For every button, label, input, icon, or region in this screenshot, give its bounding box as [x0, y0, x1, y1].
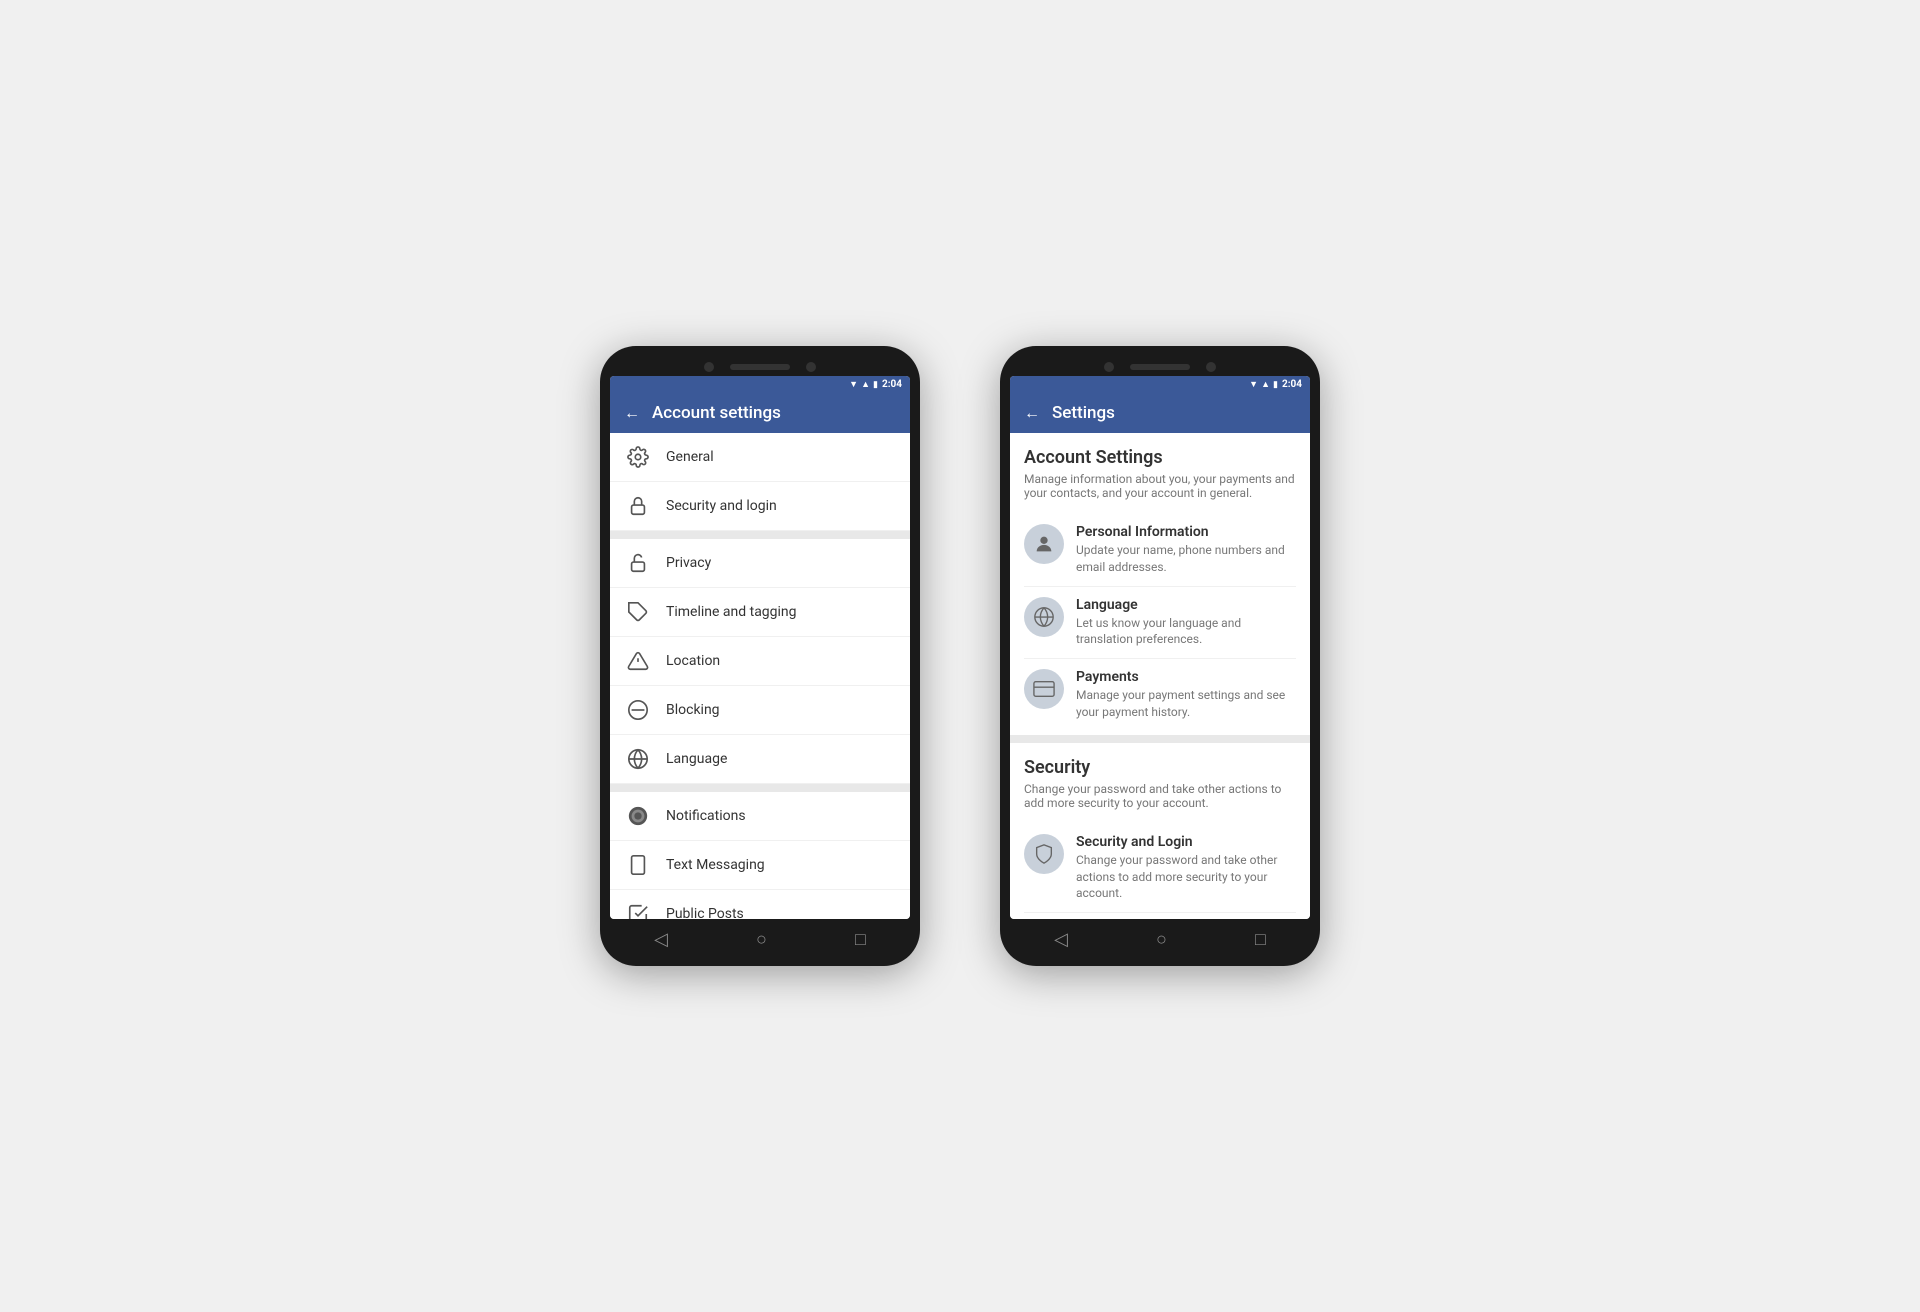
section-divider: [1010, 735, 1310, 743]
blocking-label: Blocking: [666, 702, 720, 718]
payments-text: Payments Manage your payment settings an…: [1076, 669, 1296, 721]
security-login-detail-title: Security and Login: [1076, 834, 1296, 850]
phone-bottom-bar-left: ◁ ○ □: [610, 919, 910, 956]
timeline-label: Timeline and tagging: [666, 604, 797, 620]
security-login-text: Security and Login Change your password …: [1076, 834, 1296, 902]
detail-content: Account Settings Manage information abou…: [1010, 433, 1310, 919]
app-bar-title-right: Settings: [1052, 403, 1115, 423]
status-icons-right: ▼ ▲ ▮: [1249, 379, 1278, 390]
block-icon: [626, 698, 650, 722]
signal-icon-r: ▲: [1261, 379, 1270, 390]
battery-icon: ▮: [873, 380, 878, 390]
globe-detail-icon: [1024, 597, 1064, 637]
lock-icon: [626, 494, 650, 518]
person-icon: [1024, 524, 1064, 564]
back-button-right[interactable]: ←: [1024, 403, 1040, 423]
phone-camera-r: [1104, 362, 1114, 372]
app-bar-title-left: Account settings: [652, 403, 781, 423]
phone-camera-right: [806, 362, 816, 372]
divider-1: [610, 531, 910, 539]
general-label: General: [666, 449, 714, 465]
detail-item-personal-info[interactable]: Personal Information Update your name, p…: [1024, 514, 1296, 587]
home-nav-left[interactable]: ○: [756, 929, 767, 950]
home-nav-right[interactable]: ○: [1156, 929, 1167, 950]
phone-top-bar: [610, 356, 910, 376]
personal-info-title: Personal Information: [1076, 524, 1296, 540]
phone-left: ▼ ▲ ▮ 2:04 ← Account settings General: [600, 346, 920, 966]
globe-icon: [626, 747, 650, 771]
settings-item-public-posts[interactable]: Public Posts: [610, 890, 910, 919]
payments-title: Payments: [1076, 669, 1296, 685]
notifications-icon: [626, 804, 650, 828]
security-section-title: Security: [1024, 757, 1296, 778]
language-detail-title: Language: [1076, 597, 1296, 613]
wifi-icon-r: ▼: [1249, 379, 1258, 390]
settings-item-blocking[interactable]: Blocking: [610, 686, 910, 735]
language-text: Language Let us know your language and t…: [1076, 597, 1296, 649]
phone-screen-left: ▼ ▲ ▮ 2:04 ← Account settings General: [610, 376, 910, 919]
status-time-left: 2:04: [882, 379, 902, 390]
phone-bottom-bar-right: ◁ ○ □: [1010, 919, 1310, 956]
phone-camera-r2: [1206, 362, 1216, 372]
language-label: Language: [666, 751, 727, 767]
gear-icon: [626, 445, 650, 469]
back-nav-left[interactable]: ◁: [654, 929, 668, 950]
battery-icon-r: ▮: [1273, 380, 1278, 390]
account-section-desc: Manage information about you, your payme…: [1024, 472, 1296, 500]
privacy-label: Privacy: [666, 555, 711, 571]
settings-item-language[interactable]: Language: [610, 735, 910, 784]
security-section: Security Change your password and take o…: [1010, 743, 1310, 919]
payments-desc: Manage your payment settings and see you…: [1076, 687, 1296, 721]
divider-2: [610, 784, 910, 792]
lock-open-icon: [626, 551, 650, 575]
card-icon: [1024, 669, 1064, 709]
account-section: Account Settings Manage information abou…: [1010, 433, 1310, 735]
status-time-right: 2:04: [1282, 379, 1302, 390]
phone-speaker: [730, 364, 790, 370]
recent-nav-right[interactable]: □: [1255, 929, 1266, 950]
back-button-left[interactable]: ←: [624, 403, 640, 423]
signal-icon: ▲: [861, 379, 870, 390]
notifications-label: Notifications: [666, 808, 746, 824]
shield-icon: [1024, 834, 1064, 874]
detail-item-payments[interactable]: Payments Manage your payment settings an…: [1024, 659, 1296, 731]
app-bar-left: ← Account settings: [610, 393, 910, 433]
security-login-detail-desc: Change your password and take other acti…: [1076, 852, 1296, 902]
security-login-label: Security and login: [666, 498, 777, 514]
status-bar-right: ▼ ▲ ▮ 2:04: [1010, 376, 1310, 393]
settings-item-general[interactable]: General: [610, 433, 910, 482]
checkbox-icon: [626, 902, 650, 919]
location-label: Location: [666, 653, 720, 669]
phone-screen-right: ▼ ▲ ▮ 2:04 ← Settings Account Settings M…: [1010, 376, 1310, 919]
account-section-title: Account Settings: [1024, 447, 1296, 468]
detail-item-language[interactable]: Language Let us know your language and t…: [1024, 587, 1296, 660]
recent-nav-left[interactable]: □: [855, 929, 866, 950]
text-messaging-label: Text Messaging: [666, 857, 765, 873]
security-section-desc: Change your password and take other acti…: [1024, 782, 1296, 810]
settings-item-text-messaging[interactable]: Text Messaging: [610, 841, 910, 890]
phone-speaker-r: [1130, 364, 1190, 370]
settings-item-security-login[interactable]: Security and login: [610, 482, 910, 531]
back-nav-right[interactable]: ◁: [1054, 929, 1068, 950]
settings-list: General Security and login: [610, 433, 910, 919]
status-icons-left: ▼ ▲ ▮: [849, 379, 878, 390]
settings-item-location[interactable]: Location: [610, 637, 910, 686]
settings-item-timeline[interactable]: Timeline and tagging: [610, 588, 910, 637]
phone-right: ▼ ▲ ▮ 2:04 ← Settings Account Settings M…: [1000, 346, 1320, 966]
status-bar-left: ▼ ▲ ▮ 2:04: [610, 376, 910, 393]
phone-top-bar-right: [1010, 356, 1310, 376]
tag-icon: [626, 600, 650, 624]
detail-item-security-login[interactable]: Security and Login Change your password …: [1024, 824, 1296, 913]
public-posts-label: Public Posts: [666, 906, 744, 919]
phone-icon: [626, 853, 650, 877]
language-detail-desc: Let us know your language and translatio…: [1076, 615, 1296, 649]
personal-info-text: Personal Information Update your name, p…: [1076, 524, 1296, 576]
wifi-icon: ▼: [849, 379, 858, 390]
settings-item-notifications[interactable]: Notifications: [610, 792, 910, 841]
personal-info-desc: Update your name, phone numbers and emai…: [1076, 542, 1296, 576]
settings-item-privacy[interactable]: Privacy: [610, 539, 910, 588]
app-bar-right: ← Settings: [1010, 393, 1310, 433]
location-icon: [626, 649, 650, 673]
phone-camera: [704, 362, 714, 372]
